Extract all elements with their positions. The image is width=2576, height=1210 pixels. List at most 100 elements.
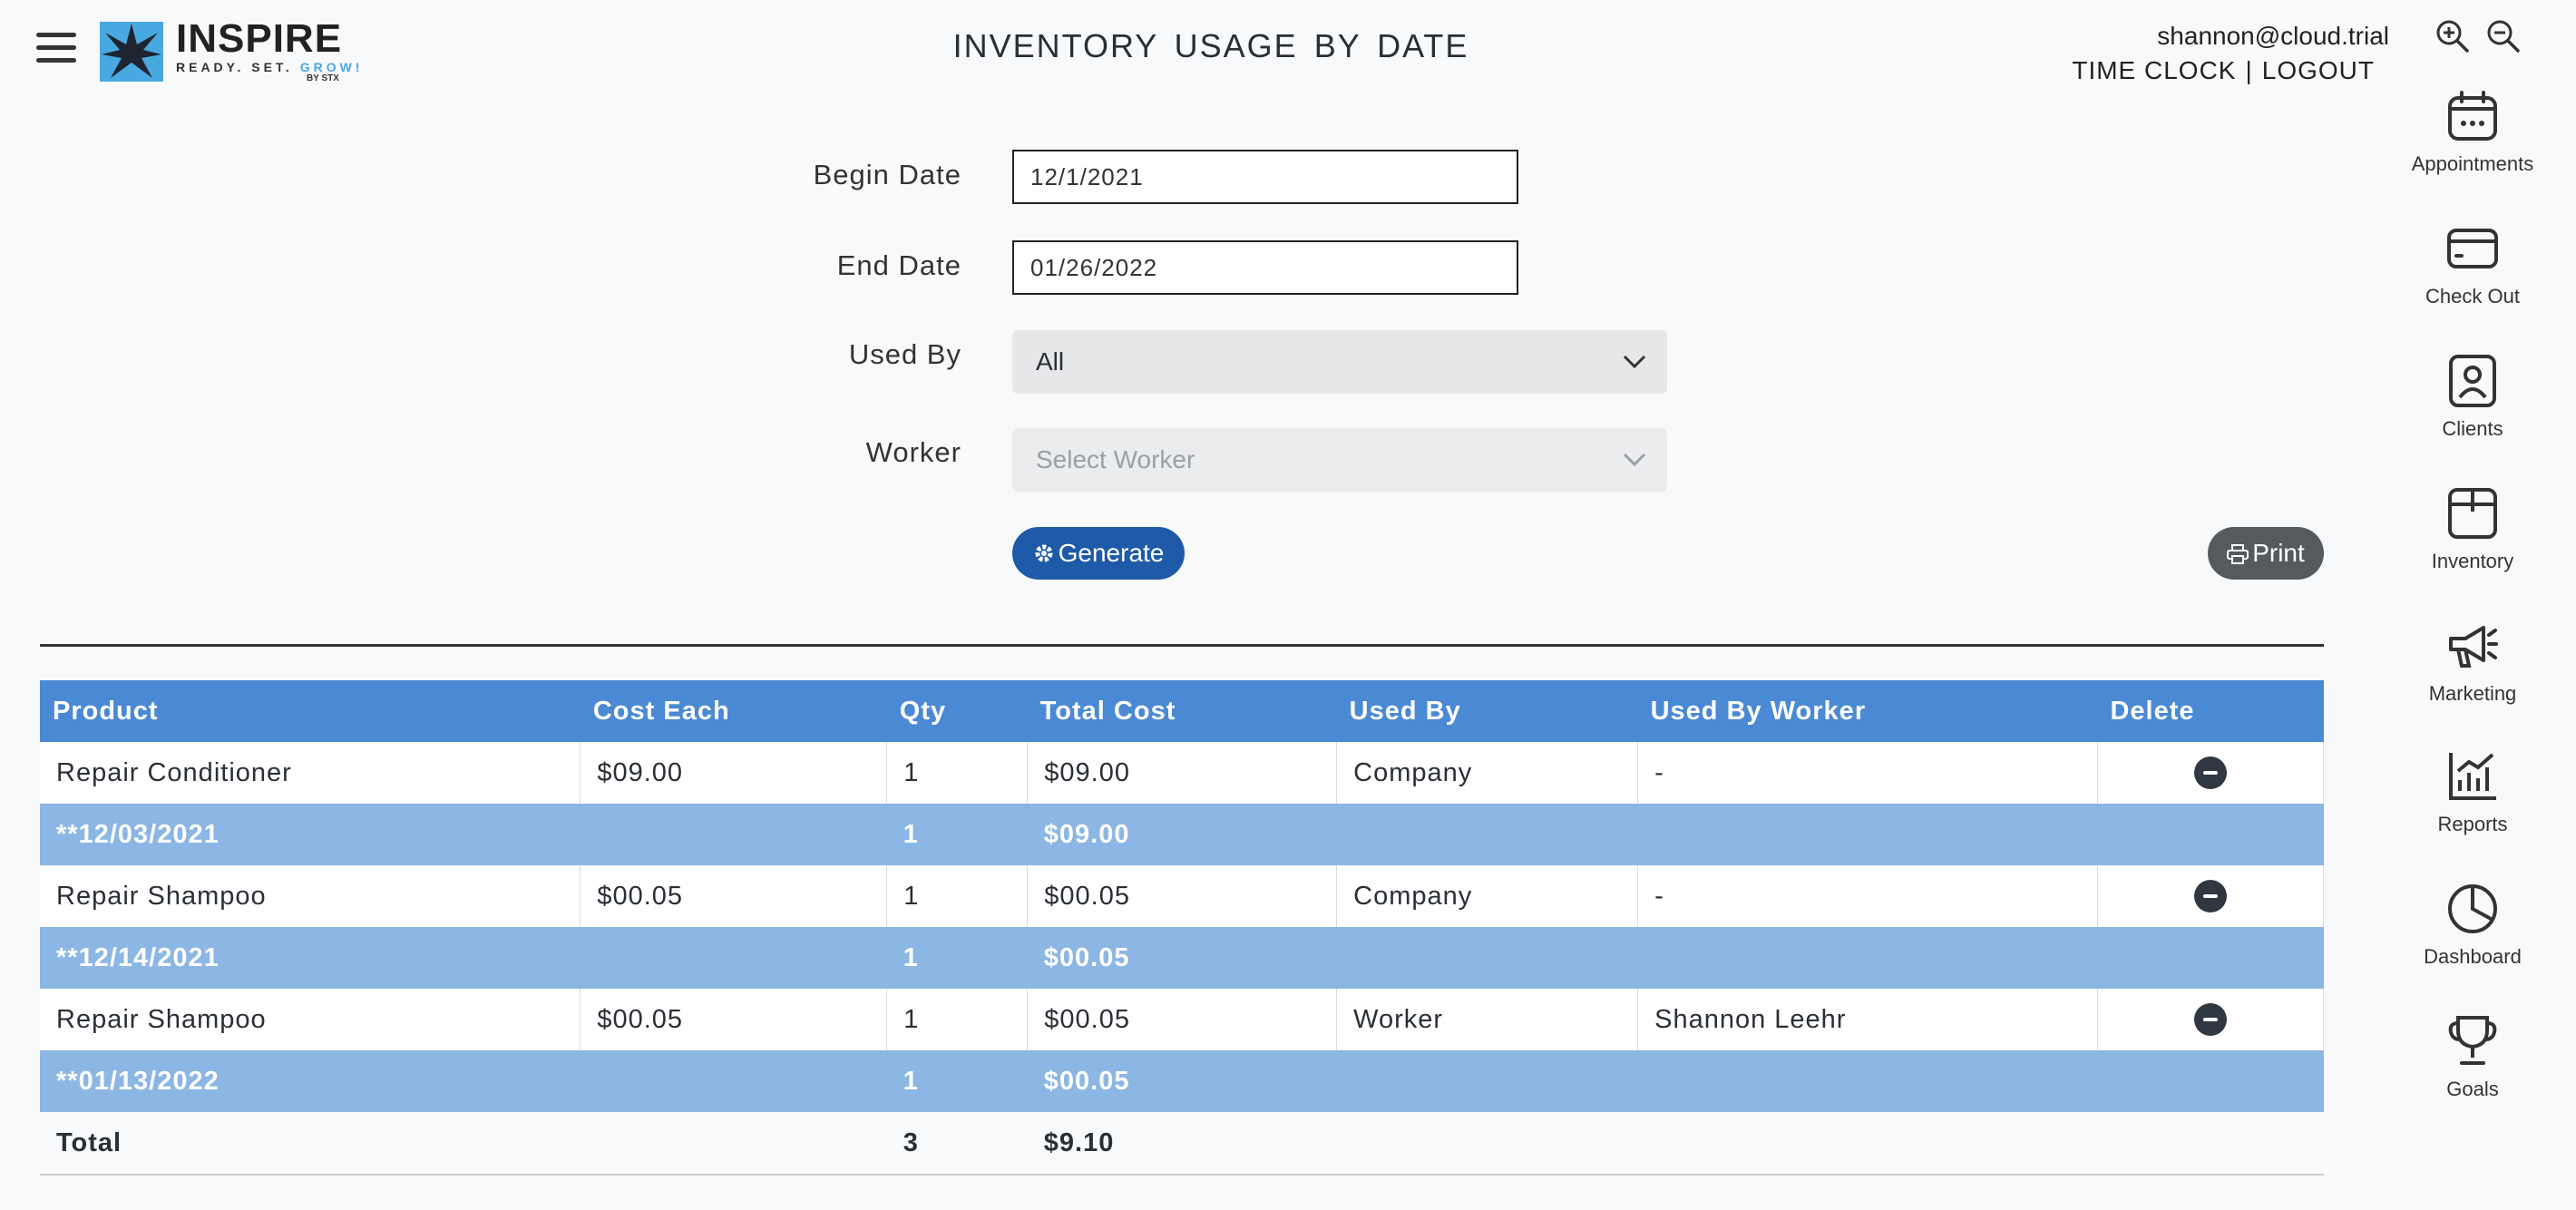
subtotal-row: **01/13/2022 1 $00.05 (40, 1050, 2324, 1112)
end-date-label: End Date (836, 249, 961, 281)
col-header-cost-each[interactable]: Cost Each (580, 680, 887, 742)
section-divider (40, 644, 2324, 647)
nav-reports[interactable]: Reports (2395, 749, 2551, 836)
gear-icon (1035, 544, 1053, 562)
subtotal-date: **01/13/2022 (40, 1050, 887, 1112)
print-button[interactable]: Print (2208, 527, 2324, 580)
zoom-out-icon[interactable] (2485, 18, 2522, 54)
cell-qty: 1 (886, 989, 1029, 1050)
table-header-row: Product Cost Each Qty Total Cost Used By… (40, 680, 2324, 742)
cell-cost-each: $09.00 (580, 742, 888, 804)
person-icon (2449, 355, 2496, 407)
credit-card-icon (2447, 229, 2498, 268)
used-by-label: Used By (848, 338, 961, 370)
cell-delete (2097, 989, 2325, 1050)
col-header-total-cost[interactable]: Total Cost (1027, 680, 1337, 742)
cell-worker: Shannon Leehr (1637, 989, 2098, 1050)
time-clock-link[interactable]: TIME CLOCK (2072, 56, 2236, 84)
nav-appointments[interactable]: Appointments (2395, 89, 2551, 176)
nav-label: Marketing (2428, 682, 2517, 705)
logo-by: BY STX (307, 73, 339, 83)
cell-qty: 1 (886, 865, 1029, 927)
nav-label: Goals (2446, 1078, 2499, 1100)
used-by-select[interactable]: All (1012, 330, 1667, 394)
table-row: Repair Shampoo $00.05 1 $00.05 Worker Sh… (40, 989, 2325, 1050)
generate-button[interactable]: Generate (1012, 527, 1185, 580)
subtotal-date: **12/03/2021 (40, 804, 887, 865)
used-by-value: All (1036, 347, 1065, 376)
table-row: Repair Shampoo $00.05 1 $00.05 Company - (40, 865, 2325, 927)
usage-table: Product Cost Each Qty Total Cost Used By… (40, 680, 2325, 1176)
trophy-icon (2448, 1016, 2497, 1065)
cell-used-by: Worker (1336, 989, 1639, 1050)
nav-clients[interactable]: Clients (2395, 354, 2551, 441)
nav-label: Appointments (2411, 152, 2534, 175)
cell-delete (2097, 742, 2325, 804)
total-qty: 3 (886, 1112, 1028, 1176)
chevron-down-icon (1623, 355, 1646, 369)
cell-product: Repair Conditioner (40, 742, 581, 804)
top-links: TIME CLOCK | LOGOUT (2072, 56, 2375, 84)
cell-cost-each: $00.05 (580, 989, 888, 1050)
calendar-icon (2448, 91, 2497, 141)
cell-worker: - (1637, 865, 2098, 927)
delete-icon[interactable] (2193, 1003, 2227, 1036)
cell-used-by: Company (1336, 865, 1639, 927)
delete-icon[interactable] (2193, 880, 2227, 912)
cell-used-by: Company (1336, 742, 1639, 804)
end-date-input[interactable] (1012, 240, 1518, 295)
delete-icon[interactable] (2193, 756, 2227, 789)
nav-label: Inventory (2431, 550, 2514, 572)
cell-delete (2097, 865, 2325, 927)
page-title: INVENTORY USAGE BY DATE (952, 27, 1469, 64)
nav-label: Dashboard (2424, 945, 2522, 968)
worker-label: Worker (865, 436, 961, 468)
nav-inventory[interactable]: Inventory (2395, 486, 2551, 573)
col-header-used-by[interactable]: Used By (1336, 680, 1638, 742)
zoom-in-icon[interactable] (2435, 18, 2471, 54)
cell-worker: - (1637, 742, 2098, 804)
subtotal-row: **12/14/2021 1 $00.05 (40, 927, 2324, 989)
subtotal-total: $00.05 (1027, 1050, 2324, 1112)
megaphone-icon (2449, 626, 2498, 668)
worker-select[interactable]: Select Worker (1012, 428, 1667, 492)
total-row: Total 3 $9.10 (40, 1112, 2324, 1176)
col-header-qty[interactable]: Qty (886, 680, 1028, 742)
nav-label: Clients (2442, 417, 2503, 440)
nav-dashboard[interactable]: Dashboard (2395, 882, 2551, 969)
cell-total-cost: $00.05 (1027, 989, 1338, 1050)
table-row: Repair Conditioner $09.00 1 $09.00 Compa… (40, 742, 2325, 804)
begin-date-input[interactable] (1012, 150, 1518, 204)
subtotal-qty: 1 (886, 804, 1028, 865)
total-cost: $9.10 (1027, 1112, 2324, 1176)
begin-date-label: Begin Date (813, 159, 961, 190)
subtotal-qty: 1 (886, 1050, 1028, 1112)
subtotal-date: **12/14/2021 (40, 927, 887, 989)
cell-qty: 1 (886, 742, 1029, 804)
bar-chart-icon (2449, 753, 2496, 800)
cell-total-cost: $09.00 (1027, 742, 1338, 804)
nav-label: Check Out (2425, 285, 2520, 307)
col-header-product[interactable]: Product (40, 680, 581, 742)
col-header-delete[interactable]: Delete (2097, 680, 2324, 742)
cell-cost-each: $00.05 (580, 865, 888, 927)
subtotal-qty: 1 (886, 927, 1028, 989)
cell-product: Repair Shampoo (40, 865, 581, 927)
pie-chart-icon (2448, 884, 2497, 933)
nav-label: Reports (2437, 813, 2508, 835)
subtotal-row: **12/03/2021 1 $09.00 (40, 804, 2324, 865)
nav-goals[interactable]: Goals (2395, 1014, 2551, 1101)
subtotal-total: $00.05 (1027, 927, 2324, 989)
logout-link[interactable]: LOGOUT (2262, 56, 2375, 84)
worker-placeholder: Select Worker (1036, 445, 1195, 473)
col-header-used-by-worker[interactable]: Used By Worker (1637, 680, 2098, 742)
box-icon (2448, 488, 2497, 539)
nav-marketing[interactable]: Marketing (2395, 619, 2551, 706)
cell-total-cost: $00.05 (1027, 865, 1338, 927)
printer-icon (2227, 544, 2249, 564)
cell-product: Repair Shampoo (40, 989, 581, 1050)
nav-check-out[interactable]: Check Out (2395, 221, 2551, 308)
total-label: Total (40, 1112, 887, 1176)
chevron-down-icon (1623, 453, 1646, 467)
subtotal-total: $09.00 (1027, 804, 2324, 865)
